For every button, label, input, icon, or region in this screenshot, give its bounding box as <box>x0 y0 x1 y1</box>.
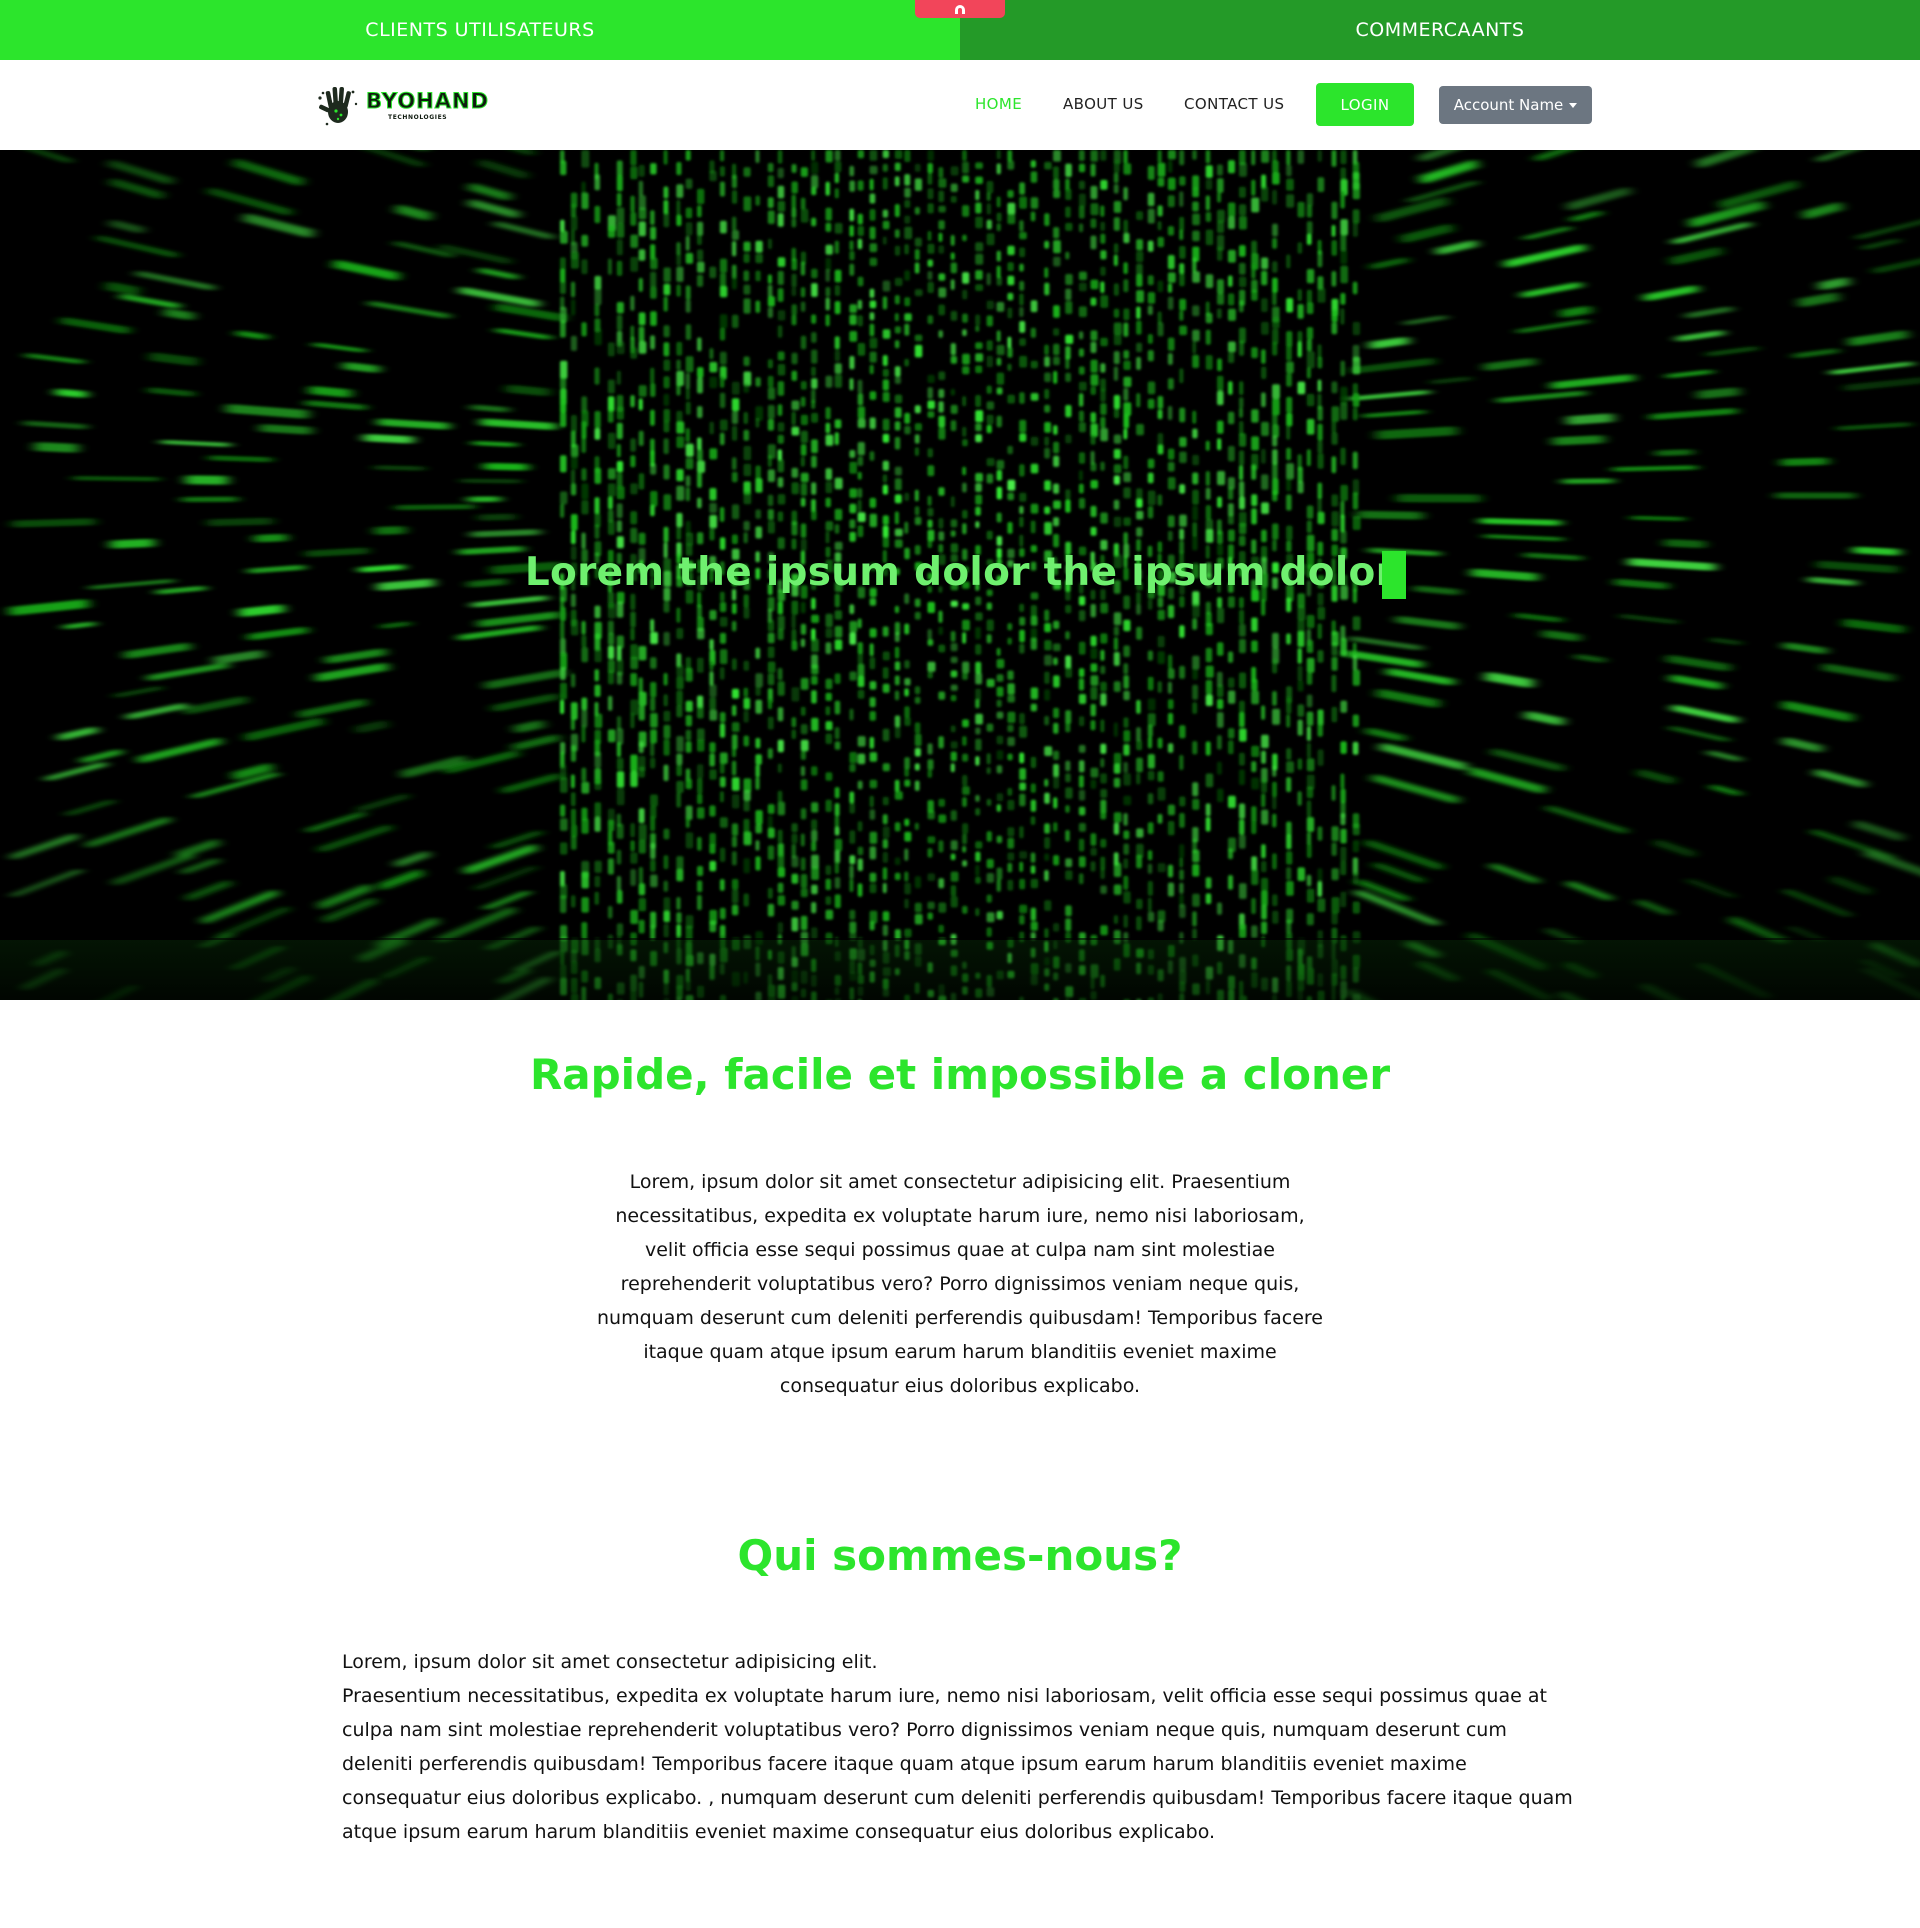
hero-title: Lorem the ipsum dolor the ipsum dolor <box>524 550 1396 595</box>
main-navbar: BYOHAND TECHNOLOGIES HOME ABOUT US CONTA… <box>0 60 1920 150</box>
typing-cursor <box>1382 551 1406 599</box>
logo-subtext: TECHNOLOGIES <box>388 114 448 121</box>
hero-banner: Lorem the ipsum dolor the ipsum dolor <box>0 150 1920 1000</box>
chevron-up-icon <box>955 5 965 14</box>
clients-users-tab[interactable]: CLIENTS UTILISATEURS <box>0 0 960 60</box>
clients-users-label: CLIENTS UTILISATEURS <box>365 19 595 41</box>
nav-about-us[interactable]: ABOUT US <box>1063 95 1144 113</box>
about-first-line: Lorem, ipsum dolor sit amet consectetur … <box>342 1651 878 1673</box>
nav-home[interactable]: HOME <box>975 95 1022 113</box>
login-button[interactable]: LOGIN <box>1316 83 1414 126</box>
toggle-tab[interactable] <box>915 0 1005 18</box>
account-name-label: Account Name <box>1453 96 1564 114</box>
caret-down-icon <box>1569 102 1578 108</box>
merchants-tab[interactable]: COMMERCAANTS <box>960 0 1920 60</box>
account-dropdown[interactable]: Account Name <box>1439 86 1592 124</box>
section-title-who-we-are: Qui sommes-nous? <box>737 1531 1183 1580</box>
logo-wordmark: BYOHAND <box>365 89 490 114</box>
section-intro-text: Lorem, ipsum dolor sit amet consectetur … <box>597 1171 1323 1397</box>
section-title-fast-easy: Rapide, facile et impossible a cloner <box>529 1050 1391 1099</box>
about-text-block: Lorem, ipsum dolor sit amet consectetur … <box>342 1645 1582 1849</box>
byohand-logo[interactable]: BYOHAND TECHNOLOGIES <box>316 84 506 128</box>
about-body: Praesentium necessitatibus, expedita ex … <box>342 1685 1573 1843</box>
nav-contact-us[interactable]: CONTACT US <box>1184 95 1284 113</box>
merchants-label: COMMERCAANTS <box>1355 19 1525 41</box>
